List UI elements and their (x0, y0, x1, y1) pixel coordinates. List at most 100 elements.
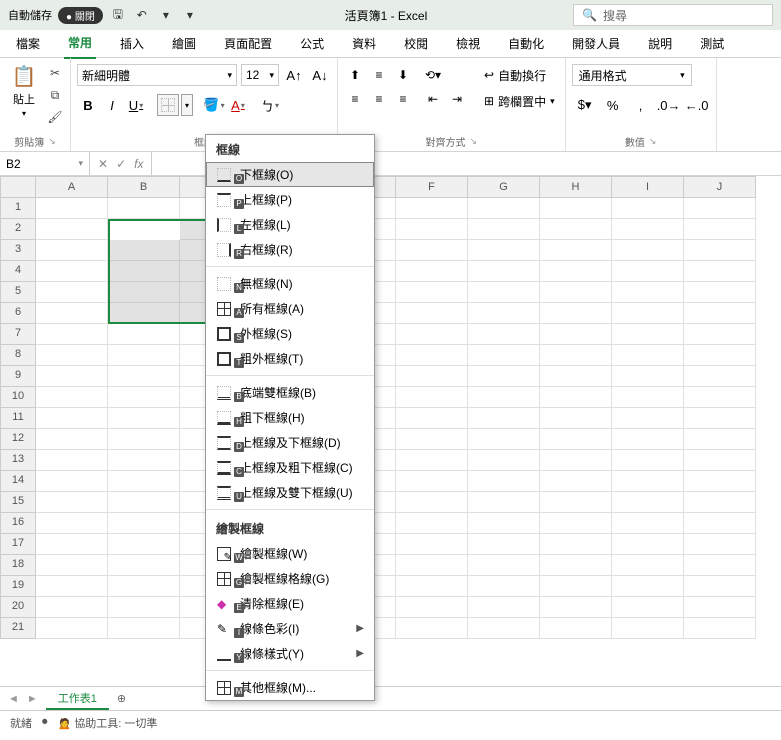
align-center[interactable]: ≡ (368, 88, 390, 110)
fill-color-button[interactable]: 🪣▾ (203, 94, 225, 116)
cell[interactable] (612, 219, 684, 240)
sheet-tab-1[interactable]: 工作表1 (46, 688, 109, 710)
cell[interactable] (540, 345, 612, 366)
cell[interactable] (468, 345, 540, 366)
cell[interactable] (468, 303, 540, 324)
cell[interactable] (108, 240, 180, 261)
cell[interactable] (396, 240, 468, 261)
record-macro-icon[interactable]: ⏺ (42, 716, 48, 729)
decrease-indent[interactable]: ⇤ (422, 88, 444, 110)
cell[interactable] (468, 387, 540, 408)
cell[interactable] (468, 261, 540, 282)
cell[interactable] (540, 303, 612, 324)
cell[interactable] (108, 576, 180, 597)
autosave-toggle[interactable]: ● 關閉 (58, 7, 103, 24)
cell[interactable] (396, 555, 468, 576)
cell[interactable] (540, 618, 612, 639)
cell[interactable] (612, 492, 684, 513)
tab-draw[interactable]: 繪圖 (168, 29, 200, 58)
cell[interactable] (396, 429, 468, 450)
cell[interactable] (396, 408, 468, 429)
cell[interactable] (108, 345, 180, 366)
row-header[interactable]: 15 (0, 492, 36, 513)
cell[interactable] (108, 303, 180, 324)
cell[interactable] (468, 618, 540, 639)
sheet-nav-prev[interactable]: ◄ (8, 693, 19, 705)
cell[interactable] (36, 261, 108, 282)
cell[interactable] (108, 618, 180, 639)
border-menu-item[interactable]: Y線條樣式(Y)▶ (206, 641, 374, 666)
cell[interactable] (36, 345, 108, 366)
cell[interactable] (540, 240, 612, 261)
row-header[interactable]: 18 (0, 555, 36, 576)
cell[interactable] (108, 471, 180, 492)
cell[interactable] (468, 492, 540, 513)
qat-more-icon[interactable]: ▾ (181, 6, 199, 24)
border-menu-item[interactable]: G繪製框線格線(G) (206, 566, 374, 591)
underline-button[interactable]: U▾ (125, 94, 147, 116)
cell[interactable] (540, 513, 612, 534)
percent-button[interactable]: % (600, 94, 626, 116)
cell[interactable] (540, 366, 612, 387)
tab-home[interactable]: 常用 (64, 28, 96, 59)
cell[interactable] (684, 555, 756, 576)
col-header[interactable]: H (540, 176, 612, 198)
cell[interactable] (612, 198, 684, 219)
cell[interactable] (540, 408, 612, 429)
font-name-select[interactable]: 新細明體▾ (77, 64, 237, 86)
row-header[interactable]: 6 (0, 303, 36, 324)
cell[interactable] (612, 429, 684, 450)
tab-layout[interactable]: 頁面配置 (220, 29, 276, 58)
cell[interactable] (540, 219, 612, 240)
row-header[interactable]: 10 (0, 387, 36, 408)
border-menu-item[interactable]: N無框線(N) (206, 271, 374, 296)
cell[interactable] (684, 240, 756, 261)
cell[interactable] (396, 261, 468, 282)
cell[interactable] (396, 492, 468, 513)
cell[interactable] (396, 198, 468, 219)
cell[interactable] (468, 282, 540, 303)
cell[interactable] (684, 387, 756, 408)
cell[interactable] (396, 576, 468, 597)
row-header[interactable]: 9 (0, 366, 36, 387)
cell[interactable] (396, 219, 468, 240)
cell[interactable] (108, 429, 180, 450)
cell[interactable] (468, 513, 540, 534)
cell[interactable] (468, 324, 540, 345)
row-header[interactable]: 4 (0, 261, 36, 282)
cell[interactable] (396, 513, 468, 534)
cell[interactable] (396, 618, 468, 639)
cell[interactable] (540, 471, 612, 492)
cell[interactable] (108, 408, 180, 429)
cell[interactable] (612, 534, 684, 555)
cell[interactable] (684, 198, 756, 219)
cell[interactable] (684, 261, 756, 282)
increase-font-icon[interactable]: A↑ (283, 64, 305, 86)
cell[interactable] (396, 450, 468, 471)
cell[interactable] (396, 345, 468, 366)
cell[interactable] (36, 219, 108, 240)
cell[interactable] (612, 324, 684, 345)
cell[interactable] (684, 282, 756, 303)
row-header[interactable]: 13 (0, 450, 36, 471)
cell[interactable] (108, 450, 180, 471)
cell[interactable] (36, 387, 108, 408)
cell[interactable] (468, 450, 540, 471)
border-menu-item[interactable]: A所有框線(A) (206, 296, 374, 321)
copy-icon[interactable]: ⧉ (46, 86, 64, 104)
row-header[interactable]: 5 (0, 282, 36, 303)
cell[interactable] (684, 471, 756, 492)
cell[interactable] (396, 324, 468, 345)
cell[interactable] (468, 597, 540, 618)
cell[interactable] (684, 408, 756, 429)
cell[interactable] (684, 324, 756, 345)
number-format-select[interactable]: 通用格式▾ (572, 64, 692, 86)
col-header[interactable]: F (396, 176, 468, 198)
qat-dropdown-icon[interactable]: ▾ (157, 6, 175, 24)
cell[interactable] (684, 513, 756, 534)
cell[interactable] (684, 219, 756, 240)
row-header[interactable]: 7 (0, 324, 36, 345)
border-menu-item[interactable]: T粗外框線(T) (206, 346, 374, 371)
italic-button[interactable]: I (101, 94, 123, 116)
cell[interactable] (612, 387, 684, 408)
